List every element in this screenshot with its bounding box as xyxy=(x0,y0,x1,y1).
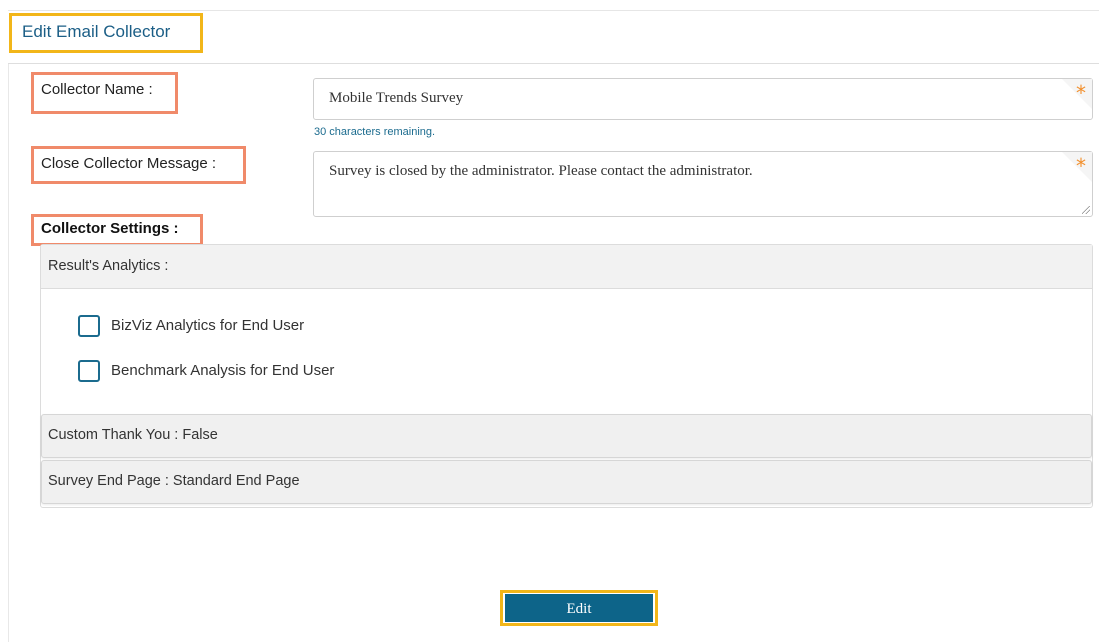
bizviz-analytics-checkbox[interactable] xyxy=(78,315,100,337)
top-divider xyxy=(8,10,1099,11)
characters-remaining-hint: 30 characters remaining. xyxy=(314,126,436,138)
results-analytics-title: Result's Analytics : xyxy=(48,258,169,274)
survey-end-page-title: Survey End Page : Standard End Page xyxy=(48,473,300,489)
custom-thank-you-title: Custom Thank You : False xyxy=(48,427,218,443)
close-message-textarea[interactable]: Survey is closed by the administrator. P… xyxy=(313,151,1093,217)
benchmark-analysis-label: Benchmark Analysis for End User xyxy=(111,362,335,379)
collector-name-input[interactable]: Mobile Trends Survey * xyxy=(313,78,1093,120)
results-analytics-header[interactable]: Result's Analytics : xyxy=(41,245,1092,289)
required-asterisk-icon: * xyxy=(1076,81,1086,105)
custom-thank-you-header[interactable]: Custom Thank You : False xyxy=(41,414,1092,458)
settings-panel: Result's Analytics : BizViz Analytics fo… xyxy=(40,244,1093,508)
close-message-label: Close Collector Message : xyxy=(41,155,217,172)
header-divider xyxy=(8,63,1099,64)
close-message-value: Survey is closed by the administrator. P… xyxy=(329,163,753,179)
collector-name-label: Collector Name : xyxy=(41,81,153,98)
edit-button[interactable]: Edit xyxy=(505,594,653,622)
benchmark-analysis-checkbox[interactable] xyxy=(78,360,100,382)
bizviz-analytics-label: BizViz Analytics for End User xyxy=(111,317,305,334)
resize-grip-icon[interactable] xyxy=(1082,206,1090,214)
collector-settings-heading: Collector Settings : xyxy=(41,220,179,237)
collector-name-value: Mobile Trends Survey xyxy=(329,90,464,106)
page-title: Edit Email Collector xyxy=(22,22,171,41)
page-left-border xyxy=(8,63,9,642)
survey-end-page-header[interactable]: Survey End Page : Standard End Page xyxy=(41,460,1092,504)
required-asterisk-icon: * xyxy=(1076,154,1086,178)
